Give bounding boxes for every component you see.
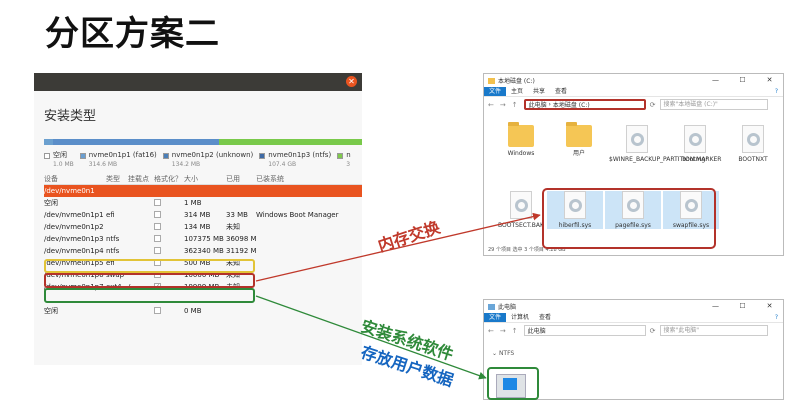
slide: 分区方案二 ✕ 安装类型 空闲 1.0 MB nvme0n1p1 (fat16) 31… bbox=[0, 0, 795, 400]
